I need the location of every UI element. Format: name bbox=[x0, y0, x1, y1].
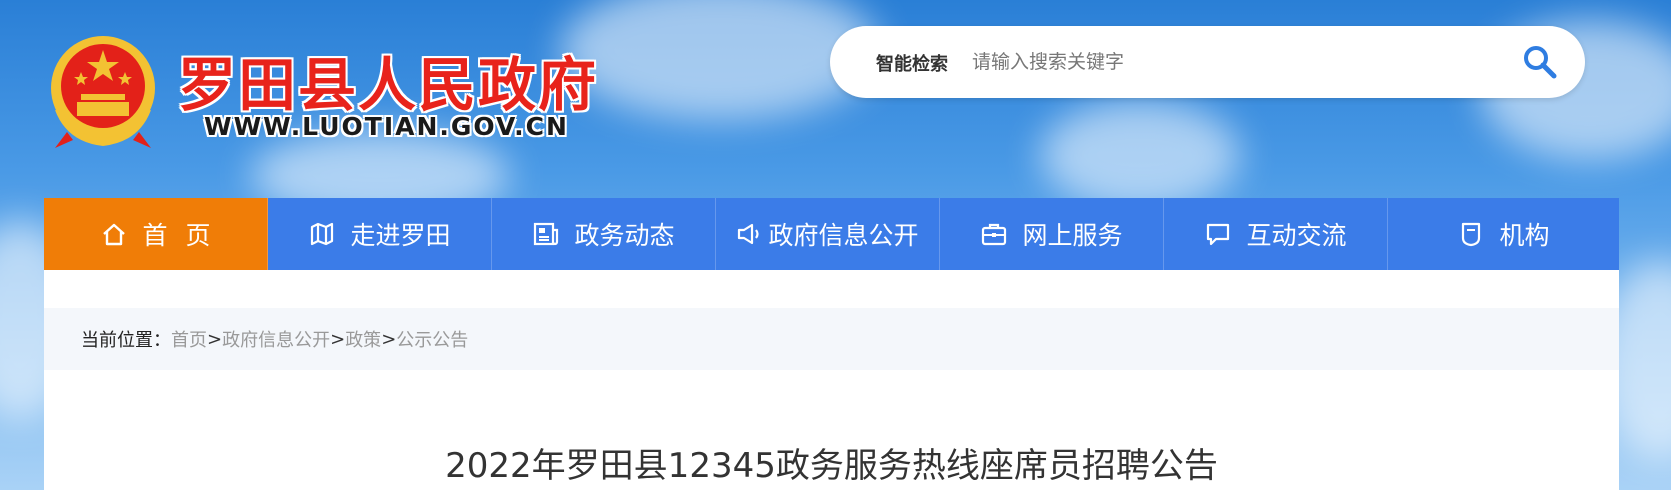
nav-item-online-services[interactable]: 网上服务 bbox=[940, 198, 1164, 270]
site-url: WWW.LUOTIAN.GOV.CN bbox=[204, 112, 569, 141]
breadcrumb-separator: > bbox=[381, 328, 397, 350]
chat-icon bbox=[1207, 223, 1230, 246]
nav-item-interaction[interactable]: 互动交流 bbox=[1164, 198, 1388, 270]
nav-label: 走进罗田 bbox=[350, 221, 451, 250]
breadcrumb-policy[interactable]: 政策 bbox=[345, 326, 381, 352]
search-bar: 智能检索 bbox=[830, 26, 1585, 98]
organization-icon bbox=[1462, 222, 1481, 247]
search-input[interactable] bbox=[972, 42, 1492, 82]
search-label: 智能检索 bbox=[876, 54, 948, 75]
briefcase-icon bbox=[982, 223, 1007, 246]
news-icon bbox=[534, 222, 559, 246]
megaphone-icon bbox=[738, 223, 760, 245]
breadcrumb-separator: > bbox=[330, 328, 346, 350]
site-title: 罗田县人民政府 bbox=[178, 51, 599, 119]
national-emblem-logo[interactable] bbox=[47, 32, 159, 150]
nav-label: 机构 bbox=[1499, 221, 1550, 250]
nav-item-organizations[interactable]: 机构 bbox=[1388, 198, 1619, 270]
nav-item-government-news[interactable]: 政务动态 bbox=[492, 198, 716, 270]
nav-item-info-disclosure[interactable]: 政府信息公开 bbox=[716, 198, 940, 270]
nav-label: 政府信息公开 bbox=[768, 221, 919, 250]
article-title: 2022年罗田县12345政务服务热线座席员招聘公告 bbox=[445, 446, 1218, 486]
nav-label: 政务动态 bbox=[574, 221, 675, 250]
nav-label: 首页 bbox=[142, 221, 229, 250]
breadcrumb-info-disclosure[interactable]: 政府信息公开 bbox=[222, 326, 330, 352]
breadcrumb-separator: > bbox=[207, 328, 223, 350]
breadcrumb-home[interactable]: 首页 bbox=[171, 326, 207, 352]
nav-item-about-luotian[interactable]: 走进罗田 bbox=[268, 198, 492, 270]
nav-label: 互动交流 bbox=[1246, 221, 1347, 250]
nav-item-home[interactable]: 首页 bbox=[44, 198, 268, 270]
map-icon bbox=[311, 222, 334, 246]
search-icon[interactable] bbox=[1520, 42, 1560, 82]
content-panel: 当前位置： 首页 > 政府信息公开 > 政策 > 公示公告 2022年罗田县12… bbox=[44, 270, 1619, 490]
breadcrumb-prefix: 当前位置： bbox=[81, 330, 171, 351]
breadcrumb-announcements[interactable]: 公示公告 bbox=[396, 326, 468, 352]
home-icon bbox=[103, 223, 126, 246]
nav-label: 网上服务 bbox=[1022, 221, 1123, 250]
site-header: 罗田县人民政府 WWW.LUOTIAN.GOV.CN 智能检索 bbox=[0, 0, 1671, 190]
breadcrumb: 当前位置： 首页 > 政府信息公开 > 政策 > 公示公告 bbox=[44, 308, 1619, 370]
main-nav: 首页 走进罗田 政务动态 政府信息公开 网上服务 互动交流 机构 bbox=[44, 198, 1619, 270]
